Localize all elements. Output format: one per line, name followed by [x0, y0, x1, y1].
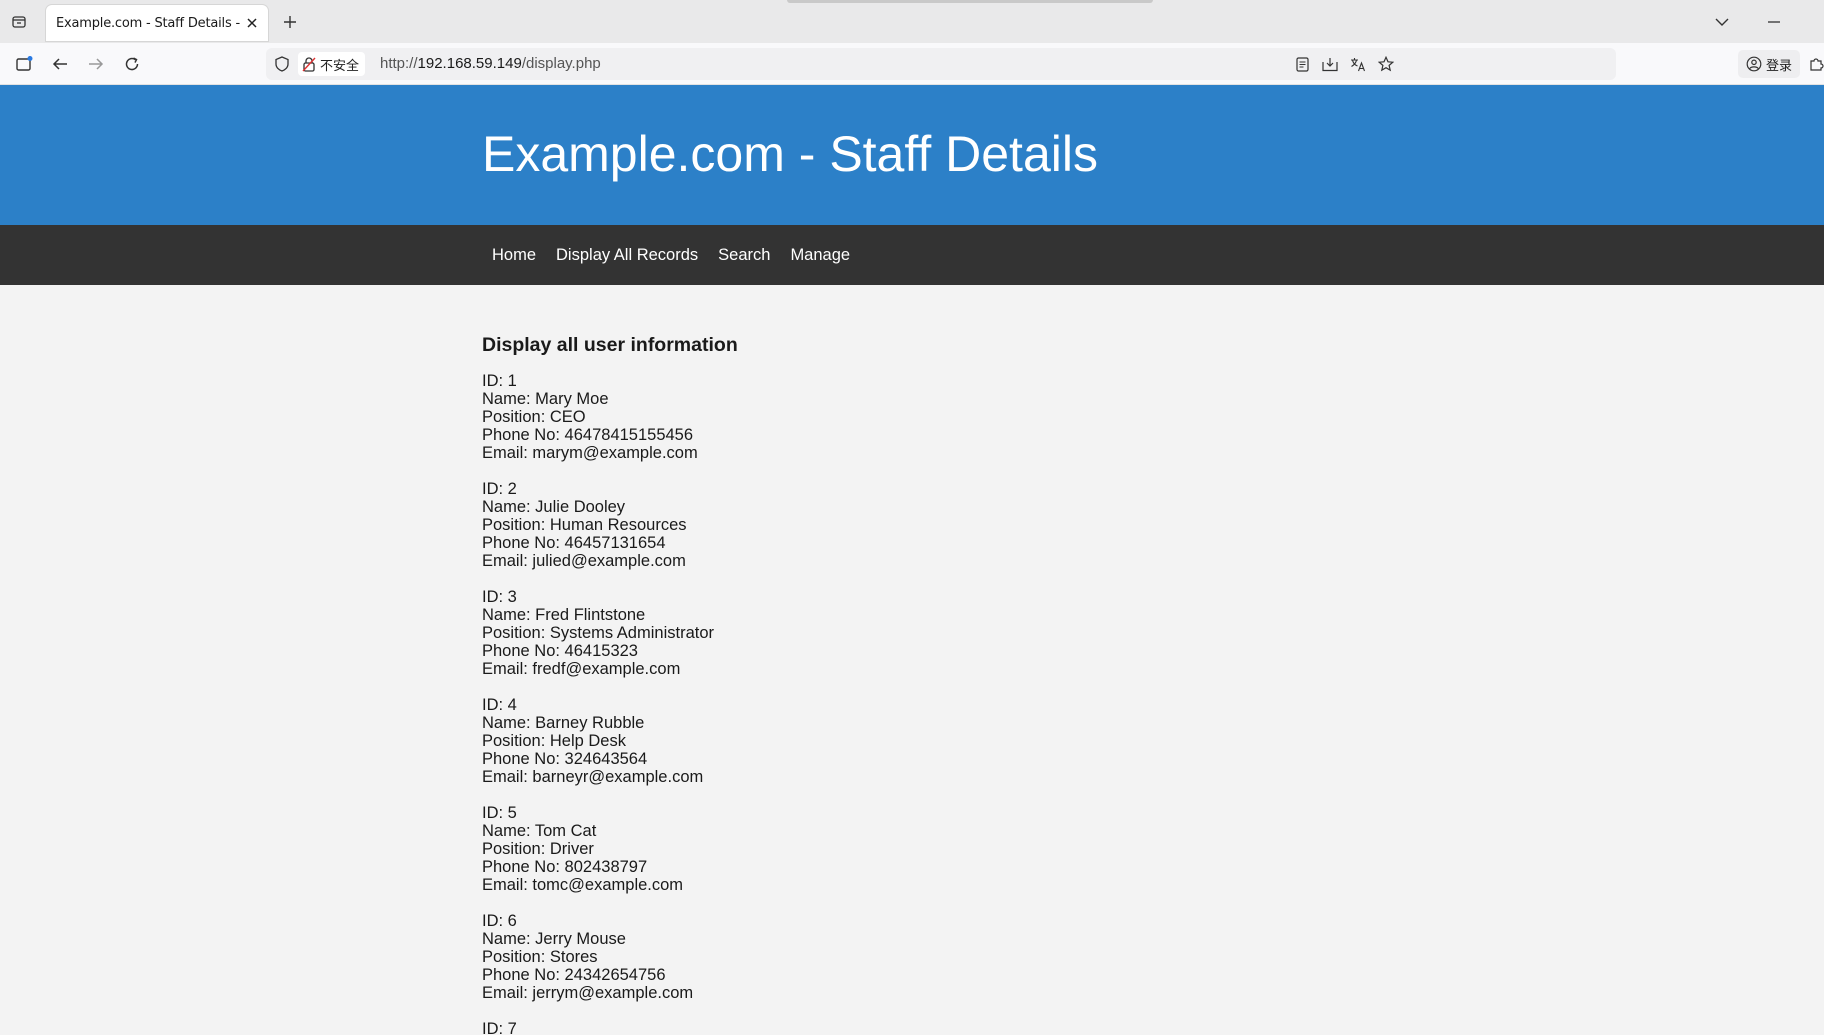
- login-button[interactable]: 登录: [1738, 50, 1800, 78]
- record-phone: Phone No: 24342654756: [482, 966, 666, 984]
- translate-icon[interactable]: [1348, 54, 1368, 74]
- record-position: Position: Human Resources: [482, 516, 687, 534]
- main-content: Display all user information ID: 1 Name:…: [482, 334, 1382, 1035]
- record-id: ID: 4: [482, 696, 517, 714]
- insecure-lock-icon: [302, 56, 316, 72]
- record-phone: Phone No: 46457131654: [482, 534, 666, 552]
- record-name: Name: Tom Cat: [482, 822, 597, 840]
- login-label: 登录: [1765, 58, 1792, 74]
- url-text[interactable]: http://192.168.59.149/display.php: [380, 55, 601, 72]
- record-phone: Phone No: 802438797: [482, 858, 648, 876]
- record-name: Name: Julie Dooley: [482, 498, 626, 516]
- staff-record: ID: 2 Name: Julie Dooley Position: Human…: [482, 480, 1382, 570]
- browser-tab-bar: Example.com - Staff Details - We: [0, 0, 1824, 43]
- page-title: Example.com - Staff Details: [482, 126, 1098, 182]
- staff-record: ID: 6 Name: Jerry Mouse Position: Stores…: [482, 912, 1382, 1002]
- record-phone: Phone No: 324643564: [482, 750, 648, 768]
- staff-record: ID: 7: [482, 1020, 1382, 1035]
- browser-toolbar: 不安全 http://192.168.59.149/display.php 登录: [0, 43, 1824, 85]
- record-email: Email: jerrym@example.com: [482, 984, 694, 1002]
- content-heading: Display all user information: [482, 334, 738, 356]
- record-position: Position: CEO: [482, 408, 586, 426]
- back-arrow-icon[interactable]: [48, 52, 72, 76]
- record-email: Email: marym@example.com: [482, 444, 698, 462]
- url-host: 192.168.59.149: [417, 55, 522, 72]
- staff-record: ID: 1 Name: Mary Moe Position: CEO Phone…: [482, 372, 1382, 462]
- nav-link-manage[interactable]: Manage: [780, 225, 860, 285]
- staff-record: ID: 3 Name: Fred Flintstone Position: Sy…: [482, 588, 1382, 678]
- staff-record: ID: 4 Name: Barney Rubble Position: Help…: [482, 696, 1382, 786]
- close-tab-icon[interactable]: [244, 15, 260, 31]
- record-id: ID: 1: [482, 372, 517, 390]
- download-page-icon[interactable]: [1320, 54, 1340, 74]
- record-phone: Phone No: 46478415155456: [482, 426, 694, 444]
- shield-icon[interactable]: [272, 54, 292, 74]
- extensions-puzzle-icon[interactable]: [1808, 54, 1824, 74]
- minimize-window-icon[interactable]: [1762, 10, 1786, 34]
- staff-record: ID: 5 Name: Tom Cat Position: Driver Pho…: [482, 804, 1382, 894]
- address-bar[interactable]: 不安全 http://192.168.59.149/display.php: [266, 48, 1616, 80]
- record-id: ID: 6: [482, 912, 517, 930]
- record-phone: Phone No: 46415323: [482, 642, 638, 660]
- tab-strip-indicator: [787, 0, 1153, 3]
- record-position: Position: Systems Administrator: [482, 624, 714, 642]
- new-tab-icon[interactable]: [278, 10, 302, 34]
- record-email: Email: julied@example.com: [482, 552, 686, 570]
- forward-arrow-icon[interactable]: [84, 52, 108, 76]
- tab-overview-icon[interactable]: [8, 11, 30, 33]
- nav-list: Home Display All Records Search Manage: [482, 225, 860, 285]
- reload-icon[interactable]: [120, 52, 144, 76]
- record-name: Name: Fred Flintstone: [482, 606, 646, 624]
- account-icon: [1746, 56, 1762, 72]
- record-email: Email: tomc@example.com: [482, 876, 684, 894]
- url-scheme: http://: [380, 55, 418, 72]
- record-id: ID: 7: [482, 1020, 517, 1035]
- sidebar-toggle-icon[interactable]: [12, 52, 36, 76]
- site-navigation: Home Display All Records Search Manage: [0, 225, 1824, 285]
- tab-title: Example.com - Staff Details - We: [56, 15, 242, 31]
- record-position: Position: Stores: [482, 948, 598, 966]
- nav-link-home[interactable]: Home: [482, 225, 546, 285]
- favorite-star-icon[interactable]: [1376, 54, 1396, 74]
- record-email: Email: barneyr@example.com: [482, 768, 704, 786]
- tab-list-chevron-icon[interactable]: [1710, 10, 1734, 34]
- record-name: Name: Barney Rubble: [482, 714, 645, 732]
- security-warning-chip[interactable]: 不安全: [298, 52, 366, 76]
- record-email: Email: fredf@example.com: [482, 660, 681, 678]
- record-name: Name: Mary Moe: [482, 390, 609, 408]
- record-name: Name: Jerry Mouse: [482, 930, 626, 948]
- record-id: ID: 5: [482, 804, 517, 822]
- nav-link-display-all-records[interactable]: Display All Records: [546, 225, 708, 285]
- reader-view-icon[interactable]: [1292, 54, 1312, 74]
- record-position: Position: Help Desk: [482, 732, 626, 750]
- security-label: 不安全: [320, 58, 360, 74]
- record-id: ID: 2: [482, 480, 517, 498]
- record-position: Position: Driver: [482, 840, 594, 858]
- site-header: Example.com - Staff Details: [0, 85, 1824, 225]
- record-id: ID: 3: [482, 588, 517, 606]
- nav-link-search[interactable]: Search: [708, 225, 780, 285]
- url-path: /display.php: [521, 55, 601, 72]
- browser-tab-active[interactable]: Example.com - Staff Details - We: [46, 5, 268, 41]
